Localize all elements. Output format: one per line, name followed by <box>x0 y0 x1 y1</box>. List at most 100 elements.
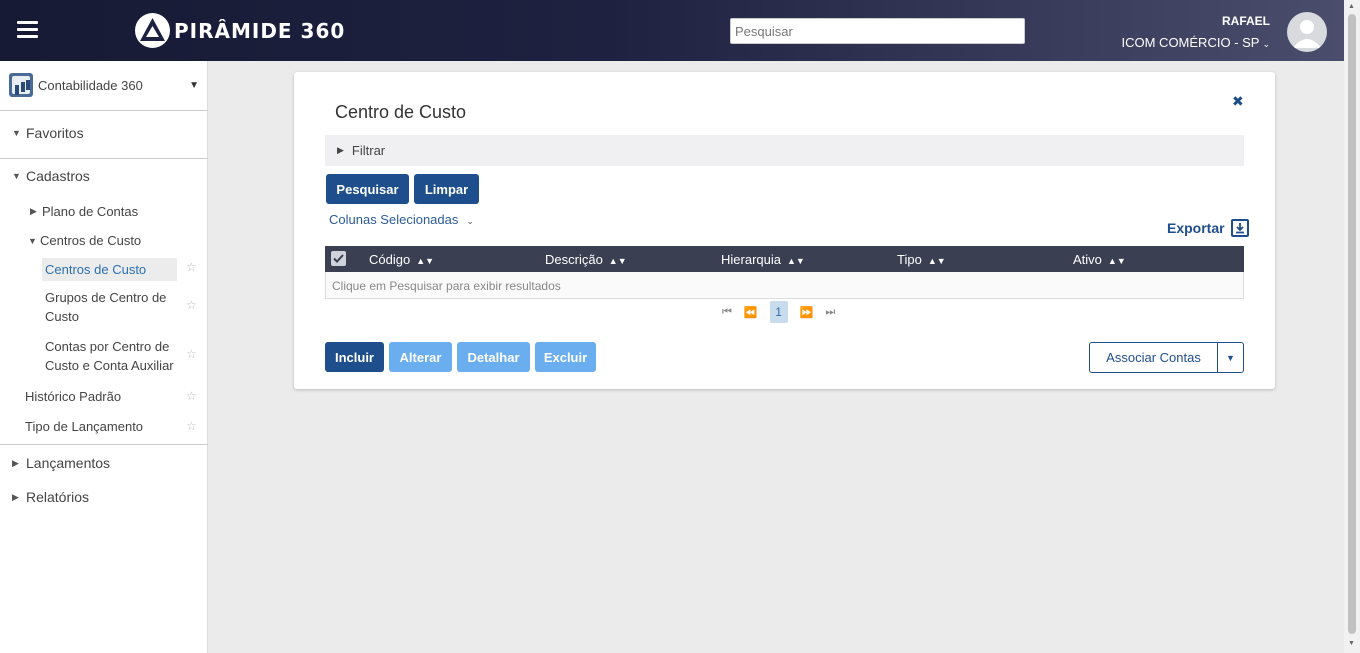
current-page[interactable]: 1 <box>769 301 788 323</box>
associate-accounts-button[interactable]: Associar Contas <box>1090 343 1218 372</box>
sidebar-item-cadastros[interactable]: ▼ Cadastros <box>12 168 90 184</box>
export-button[interactable]: Exportar <box>1167 219 1249 237</box>
sidebar-item-label: Plano de Contas <box>42 204 139 219</box>
grid-header: Código ▲▼ Descrição ▲▼ Hierarquia ▲▼ Tipo ▲▼… <box>325 246 1244 272</box>
sidebar-item-label: Centros de Custo <box>40 233 142 248</box>
sidebar-item-lancamentos[interactable]: ▶ Lançamentos <box>12 455 110 471</box>
sort-icon: ▲▼ <box>416 256 435 266</box>
column-header-descricao[interactable]: Descrição ▲▼ <box>545 252 627 267</box>
module-selector[interactable]: Contabilidade 360 ▼ <box>9 73 199 97</box>
associate-accounts-split-button: Associar Contas ▼ <box>1089 342 1244 373</box>
divider <box>0 110 208 111</box>
sidebar-item-label: Relatórios <box>26 489 90 505</box>
column-header-codigo[interactable]: Código ▲▼ <box>369 252 434 267</box>
user-name: RAFAEL <box>1222 14 1270 28</box>
sidebar-item-centros-custo[interactable]: Centros de Custo <box>42 258 177 281</box>
page-title: Centro de Custo <box>335 102 467 122</box>
column-header-hierarquia[interactable]: Hierarquia ▲▼ <box>721 252 805 267</box>
accounting-module-icon <box>9 73 33 97</box>
sort-icon: ▲▼ <box>608 256 627 266</box>
star-icon[interactable]: ☆ <box>186 260 197 274</box>
caret-down-icon[interactable]: ▼ <box>1218 343 1243 372</box>
pyramid-logo-icon <box>135 13 170 48</box>
scroll-thumb[interactable] <box>1348 14 1356 634</box>
selected-columns-label: Colunas Selecionadas <box>329 212 459 227</box>
avatar[interactable] <box>1287 12 1327 52</box>
search-button[interactable]: Pesquisar <box>326 174 409 204</box>
sort-icon: ▲▼ <box>1107 256 1126 266</box>
select-all-checkbox[interactable] <box>331 251 346 266</box>
export-label: Exportar <box>1167 220 1225 236</box>
delete-button[interactable]: Excluir <box>535 342 596 372</box>
sidebar-item-centros-custo-group[interactable]: ▼ Centros de Custo <box>28 233 141 248</box>
centro-custo-panel: Centro de Custo ✖ ▶ Filtrar Pesquisar Li… <box>294 72 1275 389</box>
sort-icon: ▲▼ <box>927 256 946 266</box>
star-icon[interactable]: ☆ <box>186 419 197 433</box>
scroll-down-icon[interactable]: ▼ <box>1348 640 1355 647</box>
caret-right-icon: ▶ <box>337 145 344 155</box>
divider <box>0 158 208 159</box>
top-bar: PIRÂMIDE 360 RAFAEL ICOM COMÉRCIO - SP⌄ <box>0 0 1344 61</box>
page-scrollbar[interactable]: ▲ ▼ <box>1344 0 1360 653</box>
column-label: Hierarquia <box>721 252 781 267</box>
selected-columns-dropdown[interactable]: Colunas Selecionadas ⌄ <box>329 212 474 227</box>
caret-down-icon: ▼ <box>189 79 199 91</box>
sidebar-item-label: Cadastros <box>26 168 90 184</box>
caret-down-icon: ▼ <box>12 171 21 181</box>
next-page-icon[interactable]: ⏩ <box>800 306 814 319</box>
caret-right-icon: ▶ <box>30 206 37 216</box>
sidebar: Contabilidade 360 ▼ ▼ Favoritos ▼ Cadastro… <box>0 61 208 653</box>
sidebar-item-label: Grupos de Centro de <box>45 290 167 305</box>
caret-right-icon: ▶ <box>12 491 19 502</box>
company-selector[interactable]: ICOM COMÉRCIO - SP ⌄ <box>1122 35 1271 50</box>
column-header-ativo[interactable]: Ativo ▲▼ <box>1073 252 1126 267</box>
sidebar-item-favoritos[interactable]: ▼ Favoritos <box>12 125 84 141</box>
sidebar-item-label: Contas por Centro de <box>45 339 170 354</box>
clear-button[interactable]: Limpar <box>414 174 479 204</box>
last-page-icon[interactable]: ⏭ <box>825 306 835 319</box>
module-label: Contabilidade 360 <box>38 77 143 93</box>
sidebar-item-label: Favoritos <box>26 125 84 141</box>
sidebar-item-grupos-centro-custo[interactable]: Grupos de Centro de Custo <box>45 288 166 326</box>
global-search-input[interactable] <box>730 18 1025 44</box>
column-label: Descrição <box>545 252 603 267</box>
sidebar-item-label: Custo <box>45 309 79 324</box>
column-label: Tipo <box>897 252 922 267</box>
sidebar-item-label: Custo e Conta Auxiliar <box>45 358 174 373</box>
company-name: ICOM COMÉRCIO - SP <box>1121 35 1260 50</box>
pagination: ⏮ ⏪ 1 ⏩ ⏭ <box>722 301 835 323</box>
sort-icon: ▲▼ <box>786 256 805 266</box>
menu-icon[interactable] <box>17 21 38 39</box>
column-label: Código <box>369 252 411 267</box>
caret-right-icon: ▶ <box>12 457 19 468</box>
previous-page-icon[interactable]: ⏪ <box>744 306 758 319</box>
sidebar-item-relatorios[interactable]: ▶ Relatórios <box>12 489 89 505</box>
sidebar-item-plano-contas[interactable]: ▶ Plano de Contas <box>30 204 138 219</box>
filter-toggle[interactable]: ▶ Filtrar <box>325 135 1244 166</box>
close-icon[interactable]: ✖ <box>1232 93 1244 110</box>
logo: PIRÂMIDE 360 <box>135 13 345 48</box>
star-icon[interactable]: ☆ <box>186 347 197 361</box>
chevron-down-icon: ⌄ <box>466 216 474 226</box>
sidebar-item-historico-padrao[interactable]: Histórico Padrão <box>25 387 121 406</box>
download-icon <box>1230 219 1249 237</box>
edit-button[interactable]: Alterar <box>389 342 452 372</box>
star-icon[interactable]: ☆ <box>186 389 197 403</box>
first-page-icon[interactable]: ⏮ <box>722 306 732 319</box>
brand-name: PIRÂMIDE 360 <box>174 18 346 43</box>
caret-down-icon: ▼ <box>28 235 37 246</box>
star-icon[interactable]: ☆ <box>186 298 197 312</box>
sidebar-item-contas-por-centro[interactable]: Contas por Centro de Custo e Conta Auxil… <box>45 337 174 375</box>
empty-grid-message: Clique em Pesquisar para exibir resultad… <box>325 272 1244 299</box>
sidebar-item-tipo-lancamento[interactable]: Tipo de Lançamento <box>25 417 143 436</box>
sidebar-item-label: Lançamentos <box>26 455 111 471</box>
column-header-tipo[interactable]: Tipo ▲▼ <box>897 252 946 267</box>
caret-down-icon: ▼ <box>12 128 21 138</box>
column-label: Ativo <box>1073 252 1102 267</box>
scroll-up-icon[interactable]: ▲ <box>1348 3 1355 10</box>
filter-label: Filtrar <box>351 143 386 158</box>
detail-button[interactable]: Detalhar <box>457 342 530 372</box>
divider <box>0 444 208 445</box>
chevron-down-icon: ⌄ <box>1262 39 1270 49</box>
include-button[interactable]: Incluir <box>325 342 384 372</box>
